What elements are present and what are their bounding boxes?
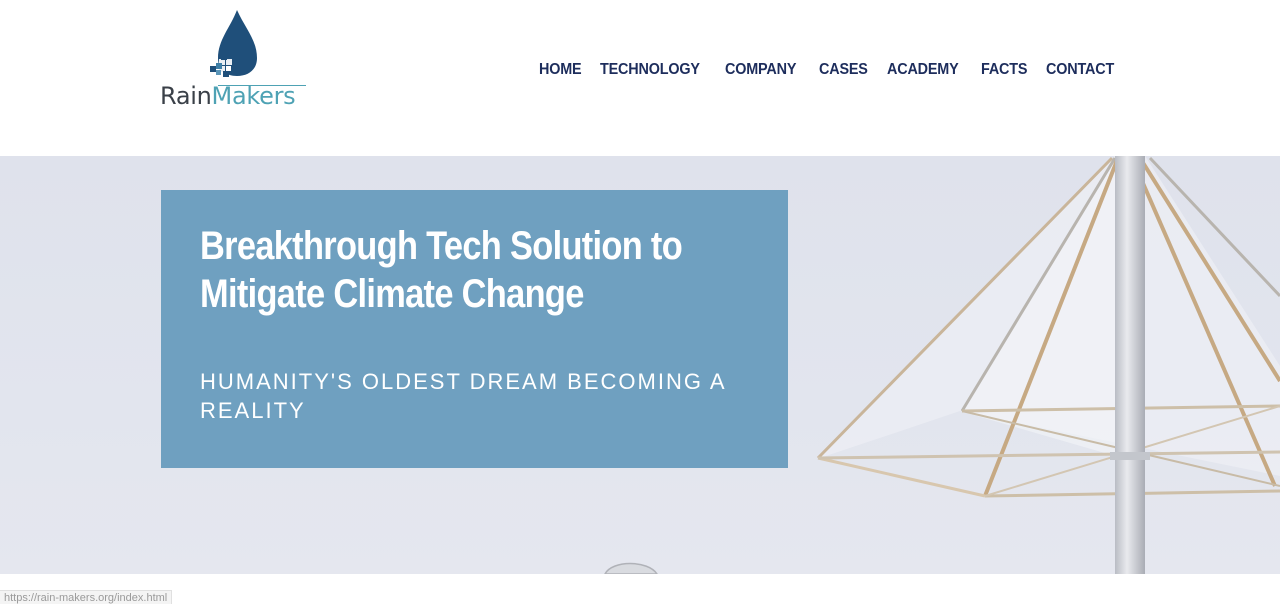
hero-text-box: Breakthrough Tech Solution to Mitigate Cl…	[161, 190, 788, 468]
logo-text-makers: Makers	[211, 82, 296, 110]
nav-academy[interactable]: ACADEMY	[887, 59, 959, 81]
hero-title-line-2: Mitigate Climate Change	[200, 272, 584, 316]
nav-company[interactable]: COMPANY	[725, 59, 796, 81]
hero-banner: Breakthrough Tech Solution to Mitigate Cl…	[0, 156, 1280, 574]
nav-technology[interactable]: TECHNOLOGY	[600, 59, 700, 81]
logo-wordmark: RainMakers	[160, 82, 296, 110]
main-nav: HOME TECHNOLOGY COMPANY CASES ACADEMY FA…	[539, 59, 1122, 81]
nav-home[interactable]: HOME	[539, 59, 582, 81]
water-drop-icon	[210, 10, 257, 77]
nav-facts[interactable]: FACTS	[981, 59, 1027, 81]
hero-subtitle: HUMANITY'S OLDEST DREAM BECOMING A REALI…	[200, 369, 726, 423]
browser-status-url: https://rain-makers.org/index.html	[0, 590, 173, 604]
site-logo[interactable]: RainMakers	[160, 8, 310, 110]
hero-title: Breakthrough Tech Solution to Mitigate Cl…	[200, 222, 759, 318]
nav-cases[interactable]: CASES	[819, 59, 868, 81]
site-header: RainMakers HOME TECHNOLOGY COMPANY CASES…	[0, 0, 1280, 156]
nav-contact[interactable]: CONTACT	[1046, 59, 1114, 81]
hero-title-line-1: Breakthrough Tech Solution to	[200, 224, 683, 268]
logo-text-rain: Rain	[160, 82, 212, 110]
